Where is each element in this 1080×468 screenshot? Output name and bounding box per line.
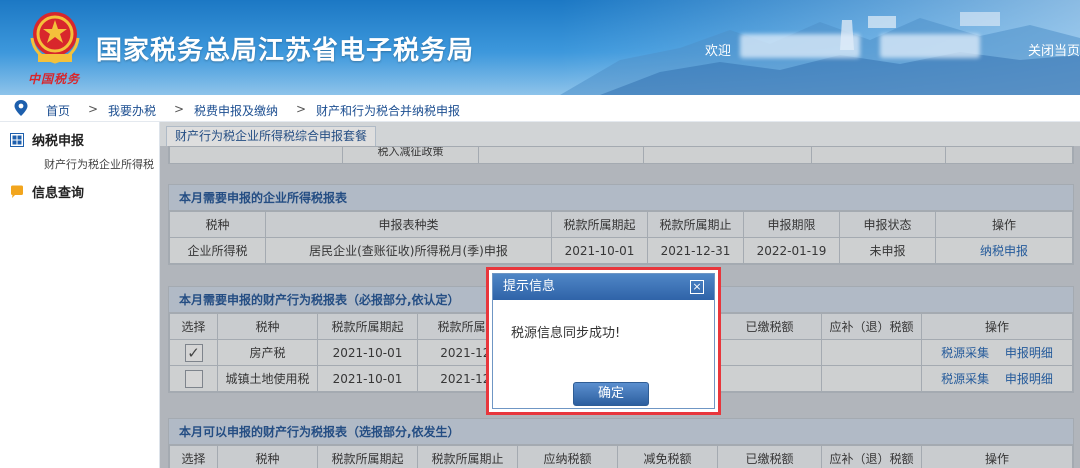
- declaration-detail-link[interactable]: 申报明细: [1005, 346, 1053, 360]
- tab-property-cit-package[interactable]: 财产行为税企业所得税综合申报套餐: [166, 126, 377, 146]
- table-header-row: 选择 税种 税款所属期起 税款所属期止 应纳税额 减免税额 已缴税额 应补（退）…: [169, 445, 1073, 468]
- tax-source-collect-link[interactable]: 税源采集: [941, 346, 989, 360]
- column-header: 申报期限: [743, 211, 840, 238]
- column-header: 操作: [921, 445, 1073, 468]
- table-cell: 2021-12-31: [647, 237, 744, 264]
- sidebar-item-info-query[interactable]: 信息查询: [10, 182, 84, 203]
- table-cell: 城镇土地使用税: [217, 365, 318, 392]
- column-header: 税款所属期起: [551, 211, 648, 238]
- row-checkbox[interactable]: ✓: [184, 343, 203, 362]
- optional-property-table: 选择 税种 税款所属期起 税款所属期止 应纳税额 减免税额 已缴税额 应补（退）…: [169, 445, 1073, 468]
- column-header: 选择: [169, 313, 218, 340]
- breadcrumb-tax-handling[interactable]: 我要办税: [108, 102, 156, 119]
- column-header: 税款所属期止: [647, 211, 744, 238]
- location-pin-icon: [14, 100, 28, 116]
- column-header: 税款所属期起: [317, 445, 418, 468]
- table-cell: 2021-10-01: [317, 365, 418, 392]
- panel-cit-reports: 本月需要申报的企业所得税报表 税种 申报表种类 税款所属期起 税款所属期止 申报…: [168, 184, 1074, 265]
- column-header: 选择: [169, 445, 218, 468]
- sidebar-item-label: 信息查询: [32, 186, 85, 201]
- column-header: 税种: [217, 445, 318, 468]
- sidebar-subitem-property-cit[interactable]: 财产行为税企业所得税: [44, 156, 154, 172]
- site-title: 国家税务总局江苏省电子税务局: [96, 36, 475, 66]
- column-header: 操作: [921, 313, 1073, 340]
- panel-optional-property-taxes: 本月可以申报的财产行为税报表（选报部分,依发生） 选择 税种 税款所属期起 税款…: [168, 418, 1074, 468]
- close-page-link[interactable]: 关闭当页: [1028, 40, 1080, 59]
- sidebar-item-tax-declaration[interactable]: 纳税申报: [10, 130, 84, 151]
- table-cell: 未申报: [839, 237, 936, 264]
- grid-icon: [10, 132, 24, 151]
- column-header: 税种: [169, 211, 266, 238]
- dialog-title: 提示信息: [503, 279, 556, 294]
- breadcrumb: 首页 > 我要办税 > 税费申报及缴纳 > 财产和行为税合并纳税申报: [0, 96, 1080, 122]
- column-header: 申报表种类: [265, 211, 552, 238]
- column-header: 应纳税额: [517, 445, 618, 468]
- sidebar: 纳税申报 财产行为税企业所得税 信息查询: [0, 122, 160, 468]
- close-icon[interactable]: ×: [690, 280, 704, 294]
- column-header: 已缴税额: [717, 445, 822, 468]
- table-cell: 企业所得税: [169, 237, 266, 264]
- table-row: 企业所得税 居民企业(查账征收)所得税月(季)申报 2021-10-01 202…: [169, 237, 1073, 264]
- brand-script-logo: 中国税务: [28, 72, 81, 86]
- breadcrumb-separator: >: [174, 102, 185, 116]
- dialog-highlight-frame: 提示信息 × 税源信息同步成功! 确定: [486, 267, 721, 415]
- dialog-titlebar: 提示信息 ×: [493, 274, 714, 300]
- table-cell: 2021-10-01: [317, 339, 418, 366]
- table-cell: 居民企业(查账征收)所得税月(季)申报: [265, 237, 552, 264]
- breadcrumb-declare-pay[interactable]: 税费申报及缴纳: [194, 102, 278, 119]
- table-cell: 2022-01-19: [743, 237, 840, 264]
- declare-tax-link[interactable]: 纳税申报: [980, 244, 1028, 258]
- table-header-row: 税种 申报表种类 税款所属期起 税款所属期止 申报期限 申报状态 操作: [169, 211, 1073, 238]
- dialog-message: 税源信息同步成功!: [511, 326, 621, 341]
- column-header: 税款所属期止: [417, 445, 518, 468]
- column-header: 减免税额: [617, 445, 718, 468]
- welcome-text: 欢迎: [705, 44, 732, 59]
- tax-emblem-icon: [30, 12, 80, 64]
- ok-button[interactable]: 确定: [573, 382, 649, 406]
- redacted-user-info: [740, 34, 860, 58]
- column-header: 税种: [217, 313, 318, 340]
- breadcrumb-current: 财产和行为税合并纳税申报: [316, 104, 461, 118]
- panel-title: 本月可以申报的财产行为税报表（选报部分,依发生）: [169, 419, 1073, 445]
- table-cell: 税入减征政策: [342, 147, 479, 163]
- tab-strip: 财产行为税企业所得税综合申报套餐: [160, 122, 1080, 146]
- tax-source-collect-link[interactable]: 税源采集: [941, 372, 989, 386]
- previous-panel-tail: 税入减征政策: [168, 146, 1074, 164]
- declaration-detail-link[interactable]: 申报明细: [1005, 372, 1053, 386]
- table-cell: 2021-10-01: [551, 237, 648, 264]
- row-checkbox[interactable]: [184, 369, 203, 388]
- redacted-user-info: [880, 34, 980, 58]
- cit-table: 税种 申报表种类 税款所属期起 税款所属期止 申报期限 申报状态 操作 企业所得…: [169, 211, 1073, 264]
- breadcrumb-separator: >: [88, 102, 99, 116]
- column-header: 应补（退）税额: [821, 445, 922, 468]
- column-header: 应补（退）税额: [821, 313, 922, 340]
- column-header: 操作: [935, 211, 1073, 238]
- panel-title: 本月需要申报的企业所得税报表: [169, 185, 1073, 211]
- column-header: 已缴税额: [717, 313, 822, 340]
- sidebar-item-label: 纳税申报: [32, 134, 85, 149]
- breadcrumb-home[interactable]: 首页: [46, 102, 70, 119]
- breadcrumb-separator: >: [296, 102, 307, 116]
- prompt-dialog: 提示信息 × 税源信息同步成功! 确定: [492, 273, 715, 409]
- column-header: 税款所属期起: [317, 313, 418, 340]
- header-banner: 中国税务 国家税务总局江苏省电子税务局 欢迎 关闭当页: [0, 0, 1080, 95]
- table-cell: 房产税: [217, 339, 318, 366]
- chat-icon: [10, 185, 24, 203]
- column-header: 申报状态: [839, 211, 936, 238]
